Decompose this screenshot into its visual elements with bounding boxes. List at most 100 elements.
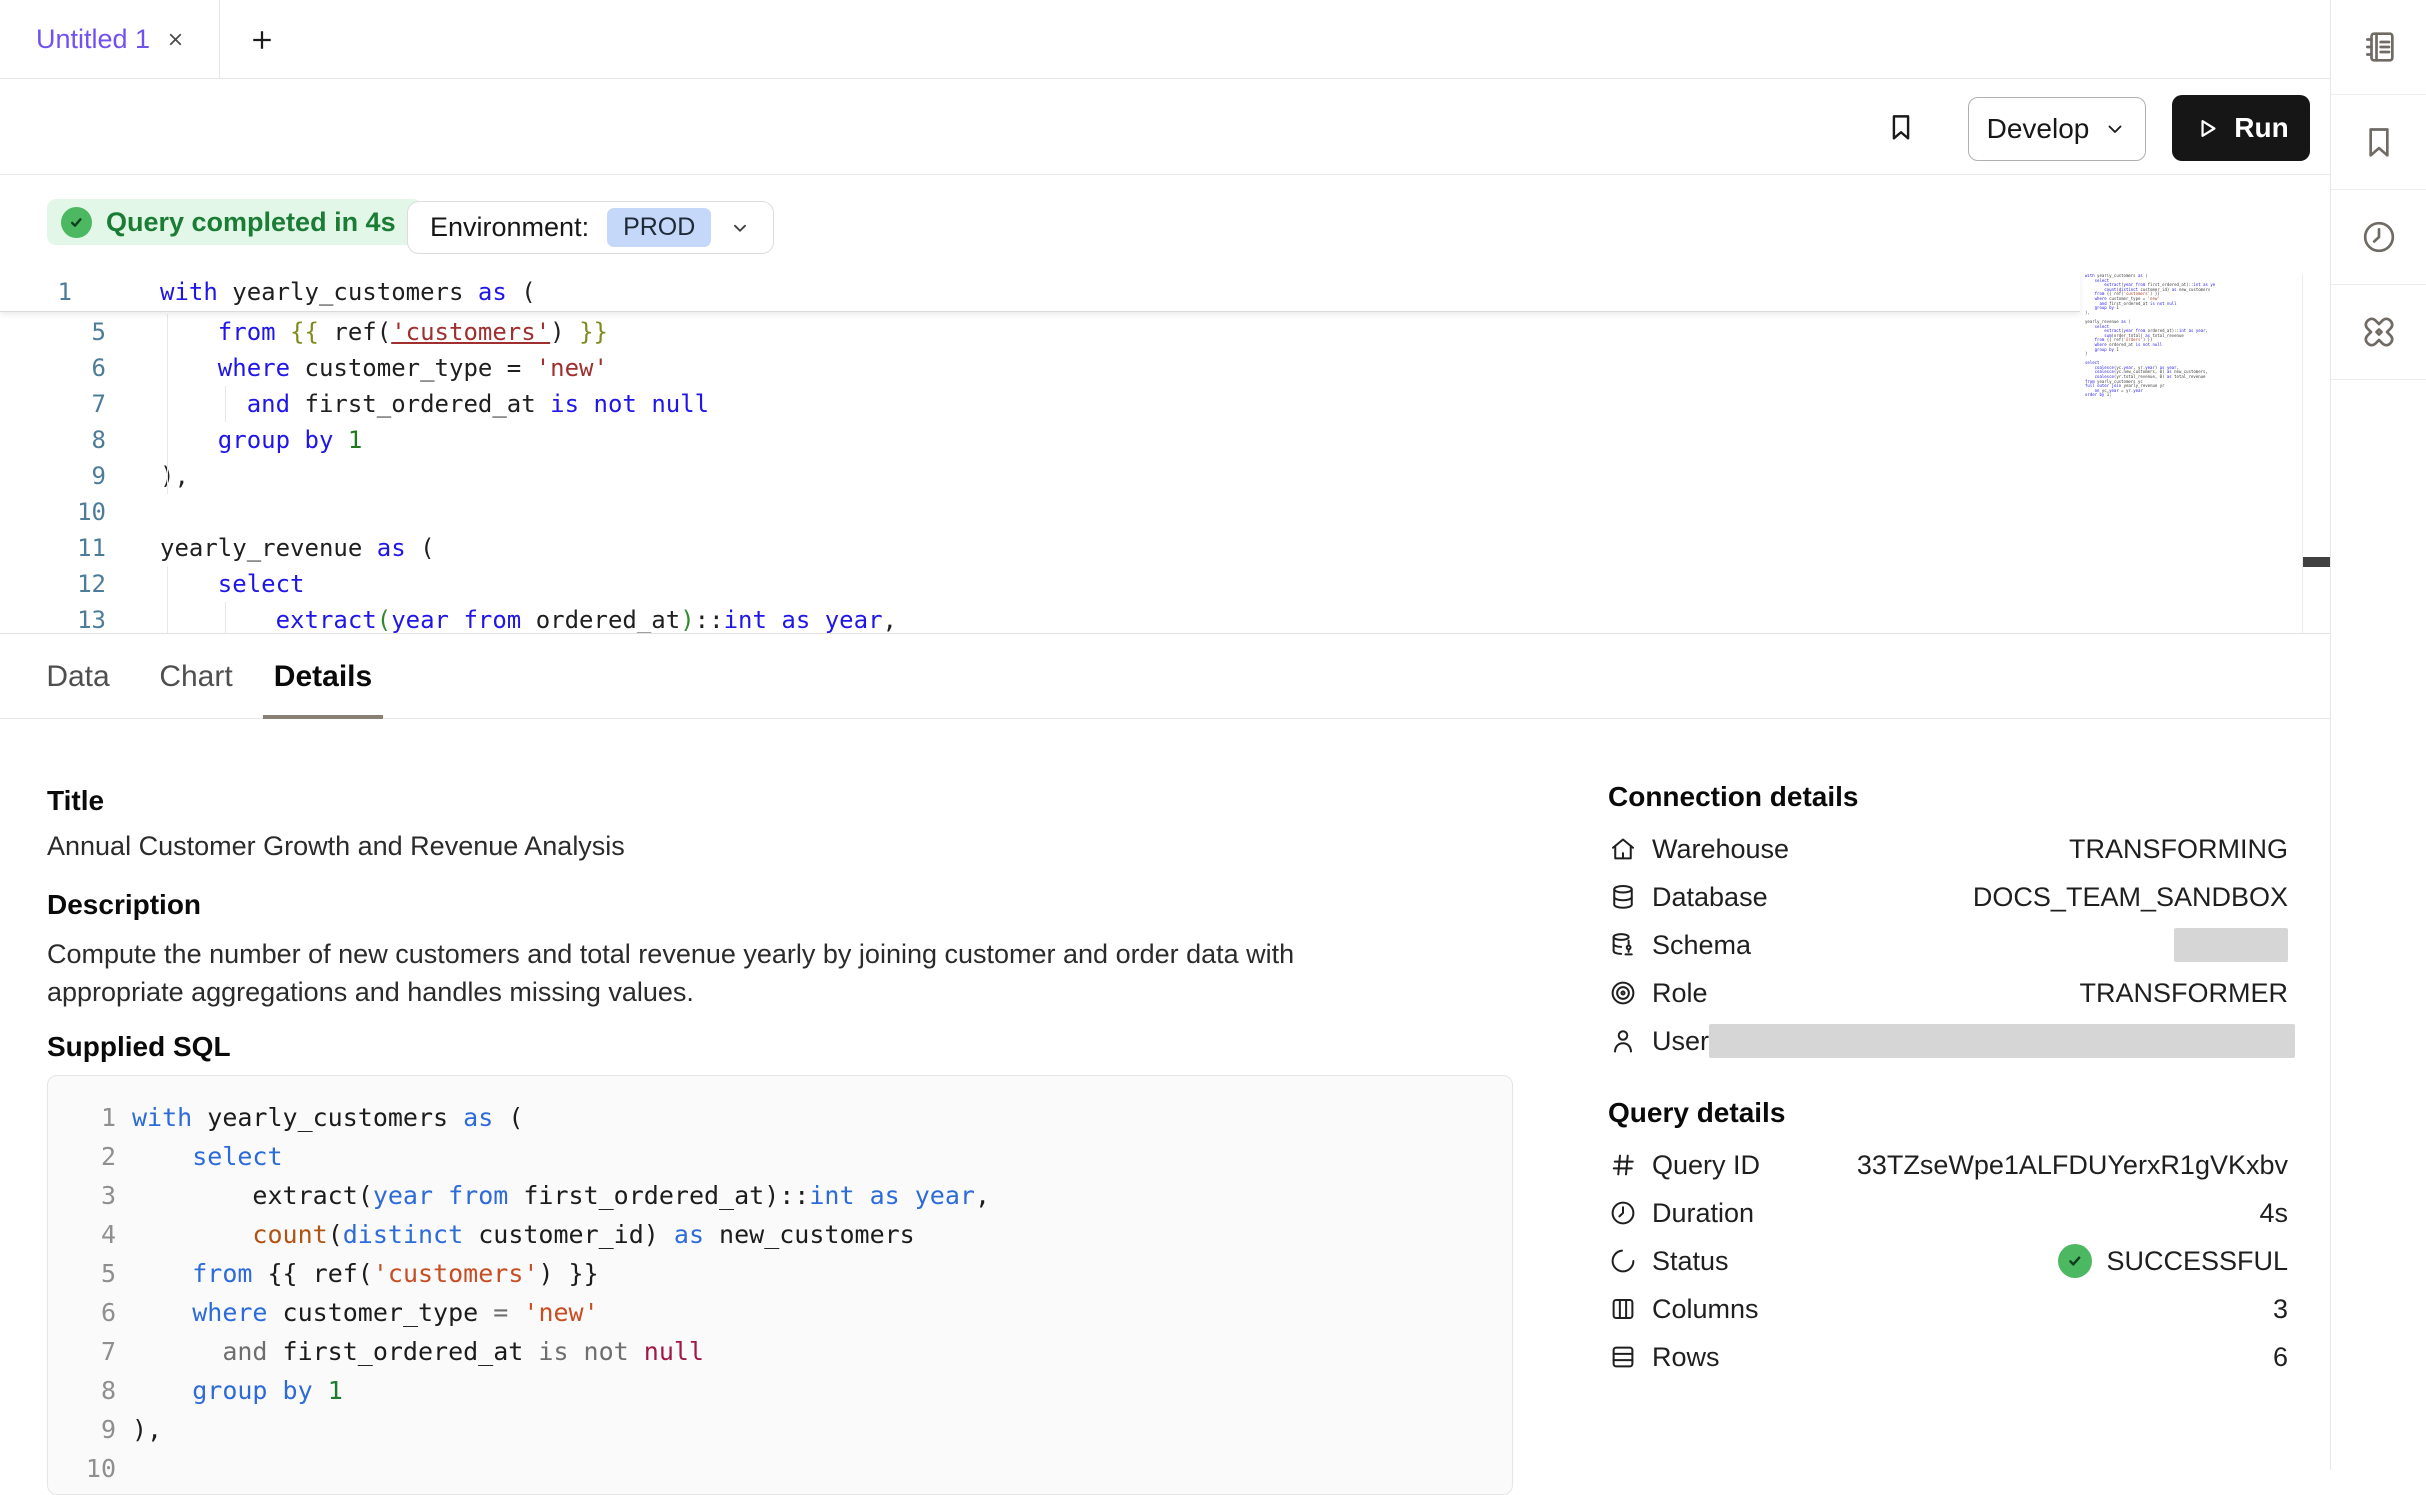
history-icon <box>2359 217 2399 257</box>
supplied-sql-heading: Supplied SQL <box>47 1031 231 1063</box>
sidebar-bookmark-button[interactable] <box>2331 95 2426 190</box>
sql-line-10: 10 <box>48 1449 1512 1488</box>
detail-row-warehouse: WarehouseTRANSFORMING <box>1608 825 2288 873</box>
tab-label: Data <box>46 660 109 694</box>
detail-value: 3 <box>2273 1294 2288 1325</box>
editor-line-9: 9), <box>0 458 2330 494</box>
line-number: 5 <box>0 318 106 346</box>
detail-label: Rows <box>1652 1342 1720 1373</box>
environment-label: Environment: <box>430 212 589 243</box>
sql-line-2: 2 select <box>48 1137 1512 1176</box>
detail-label: Role <box>1652 978 1708 1009</box>
code-line: with yearly_customers as ( <box>72 278 536 306</box>
line-number: 6 <box>0 354 106 382</box>
environment-selector[interactable]: Environment: PROD <box>407 201 774 254</box>
title-value: Annual Customer Growth and Revenue Analy… <box>47 831 625 862</box>
tab-label: Untitled 1 <box>36 24 150 55</box>
close-icon[interactable] <box>164 28 187 51</box>
bookmark-icon[interactable] <box>1884 110 1918 144</box>
editor-line-7: 7 and first_ordered_at is not null <box>0 386 2330 422</box>
duration-icon <box>1608 1198 1638 1228</box>
detail-row-role: Role TRANSFORMER <box>1608 969 2288 1017</box>
connection-details-heading: Connection details <box>1608 781 1858 813</box>
query-status-badge: Query completed in 4s <box>47 199 422 245</box>
sql-line-8: 8 group by 1 <box>48 1371 1512 1410</box>
detail-value: 33TZseWpe1ALFDUYerxR1gVKxbv <box>1857 1150 2288 1181</box>
new-tab-button[interactable] <box>232 0 292 79</box>
code-line: from {{ ref('customers') }} <box>116 1259 599 1288</box>
line-number: 10 <box>48 1454 116 1483</box>
editor-scrollbar-track[interactable] <box>2302 274 2329 634</box>
query-status-text: Query completed in 4s <box>106 207 396 238</box>
editor-sticky-line: 1with yearly_customers as ( <box>0 272 2080 312</box>
bookmark-icon <box>2359 122 2399 162</box>
sidebar-notebook-button[interactable] <box>2331 0 2426 95</box>
tab-chart[interactable]: Chart <box>141 634 251 719</box>
tab-details[interactable]: Details <box>263 634 383 719</box>
develop-dropdown[interactable]: Develop <box>1968 97 2146 161</box>
line-number: 12 <box>0 570 106 598</box>
success-check-icon <box>2058 1244 2092 1278</box>
editor-line-8: 8 group by 1 <box>0 422 2330 458</box>
query-details-heading: Query details <box>1608 1097 1785 1129</box>
right-sidebar <box>2330 0 2426 1470</box>
code-line: group by 1 <box>106 426 362 454</box>
line-number: 7 <box>0 390 106 418</box>
chevron-down-icon <box>2103 117 2127 141</box>
detail-value: SUCCESSFUL <box>2106 1246 2288 1277</box>
sql-line-3: 3 extract(year from first_ordered_at)::i… <box>48 1176 1512 1215</box>
play-icon <box>2193 115 2220 142</box>
detail-row-columns: Columns3 <box>1608 1285 2288 1333</box>
editor-line-6: 6 where customer_type = 'new' <box>0 350 2330 386</box>
detail-value: DOCS_TEAM_SANDBOX <box>1973 882 2288 913</box>
run-button[interactable]: Run <box>2172 95 2310 161</box>
tab-untitled-1[interactable]: Untitled 1 <box>0 0 220 79</box>
line-number: 13 <box>0 606 106 634</box>
title-heading: Title <box>47 785 104 817</box>
sql-line-6: 6 where customer_type = 'new' <box>48 1293 1512 1332</box>
check-icon <box>61 207 92 238</box>
editor-minimap[interactable]: with yearly_customers as ( select extrac… <box>2085 274 2215 409</box>
sidebar-dbt-button[interactable] <box>2331 285 2426 380</box>
spinner-icon <box>1608 1246 1638 1276</box>
code-line: yearly_revenue as ( <box>106 534 435 562</box>
warehouse-icon <box>1608 834 1638 864</box>
detail-row-schema: Schema <box>1608 921 2288 969</box>
code-line: ), <box>106 462 189 490</box>
code-line: count(distinct customer_id) as new_custo… <box>116 1220 915 1249</box>
detail-row-status: StatusSUCCESSFUL <box>1608 1237 2288 1285</box>
line-number: 10 <box>0 498 106 526</box>
sidebar-history-button[interactable] <box>2331 190 2426 285</box>
line-number: 8 <box>0 426 106 454</box>
detail-value: 4s <box>2259 1198 2288 1229</box>
rows-icon <box>1608 1342 1638 1372</box>
database-icon <box>1608 882 1638 912</box>
line-number: 8 <box>48 1376 116 1405</box>
code-line: from {{ ref('customers') }} <box>106 318 608 346</box>
detail-label: Schema <box>1652 930 1751 961</box>
tab-label: Chart <box>159 660 232 694</box>
editor-line-5: 5 from {{ ref('customers') }} <box>0 314 2330 350</box>
tab-label: Details <box>274 660 372 694</box>
line-number: 2 <box>48 1142 116 1171</box>
sql-editor[interactable]: 1with yearly_customers as ( 5 from {{ re… <box>0 265 2330 634</box>
result-tab-bar: Data Chart Details <box>0 634 2330 719</box>
detail-row-user: User <box>1608 1017 2288 1065</box>
tab-data[interactable]: Data <box>27 634 129 719</box>
notebook-icon <box>2359 27 2399 67</box>
detail-value: TRANSFORMER <box>2080 978 2289 1009</box>
sql-line-4: 4 count(distinct customer_id) as new_cus… <box>48 1215 1512 1254</box>
indent-guide <box>167 566 168 634</box>
detail-label: Warehouse <box>1652 834 1789 865</box>
redacted-value <box>2174 928 2288 962</box>
line-number: 7 <box>48 1337 116 1366</box>
code-line: and first_ordered_at is not null <box>106 390 709 418</box>
plus-icon <box>247 25 277 55</box>
editor-scrollbar-thumb[interactable] <box>2303 557 2330 567</box>
run-label: Run <box>2234 112 2288 144</box>
code-line: select <box>106 570 305 598</box>
editor-lines: 5 from {{ ref('customers') }}6 where cus… <box>0 314 2330 634</box>
dbt-icon <box>2359 312 2399 352</box>
editor-toolbar: Develop Run <box>0 79 2330 175</box>
user-icon <box>1608 1026 1638 1056</box>
